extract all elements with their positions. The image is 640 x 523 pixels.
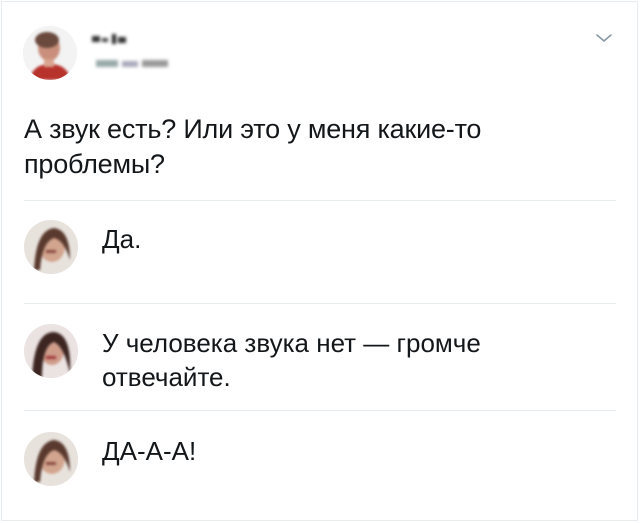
tweet-text: А звук есть? Или это у меня какие-то про… — [24, 114, 482, 179]
divider — [24, 200, 616, 201]
reply-avatar[interactable] — [24, 324, 78, 378]
author-handle[interactable] — [96, 56, 174, 68]
reply-avatar[interactable] — [24, 432, 78, 486]
reply-text: ДА-А-А! — [102, 436, 197, 466]
author-name[interactable] — [92, 32, 132, 44]
author-avatar[interactable] — [23, 26, 77, 80]
reply-text: Да. — [102, 224, 142, 254]
divider — [24, 303, 616, 304]
chevron-down-icon[interactable] — [594, 30, 614, 46]
divider — [24, 410, 616, 411]
reply-avatar[interactable] — [24, 220, 78, 274]
reply-text: У человека звука нет — громче отвечайте. — [102, 328, 481, 392]
